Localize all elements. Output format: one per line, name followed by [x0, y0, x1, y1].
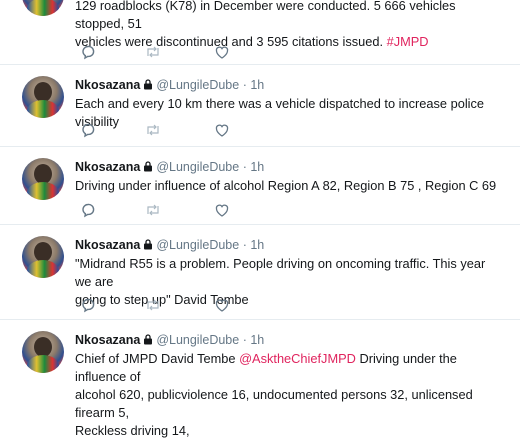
tweet-text: Each and every 10 km there was a vehicle…: [75, 96, 485, 129]
lock-icon: [143, 239, 153, 253]
tweet-text: Chief of JMPD David Tembe @AsktheChiefJM…: [75, 351, 473, 438]
avatar[interactable]: [22, 331, 64, 373]
avatar[interactable]: [22, 76, 64, 118]
tweet-text: "Midrand R55 is a problem. People drivin…: [75, 256, 486, 307]
user-name[interactable]: Nkosazana: [75, 238, 140, 252]
tweet-time[interactable]: 1h: [250, 78, 264, 92]
like-icon[interactable]: [214, 44, 232, 60]
user-name[interactable]: Nkosazana: [75, 333, 140, 347]
avatar[interactable]: [22, 0, 64, 16]
like-icon[interactable]: [214, 202, 232, 218]
reply-icon[interactable]: [80, 202, 98, 218]
user-handle[interactable]: @LungileDube: [156, 160, 239, 174]
tweet-text: Driving under influence of alcohol Regio…: [75, 178, 497, 193]
like-icon[interactable]: [214, 122, 232, 138]
user-handle[interactable]: @LungileDube: [156, 78, 239, 92]
hashtag-link[interactable]: #JMPD: [387, 34, 429, 49]
tweet-header: Nkosazana @LungileDube · 1h: [75, 333, 265, 348]
retweet-icon[interactable]: [144, 122, 162, 138]
tweet-time[interactable]: 1h: [250, 238, 264, 252]
retweet-icon[interactable]: [144, 202, 162, 218]
tweet-item[interactable]: Nkosazana @LungileDube · 1h "Midrand R55 …: [0, 225, 520, 320]
mention-link[interactable]: @AsktheChiefJMPD: [239, 351, 356, 366]
tweet-header: Nkosazana @LungileDube · 1h: [75, 78, 265, 93]
user-handle[interactable]: @LungileDube: [156, 238, 239, 252]
retweet-icon[interactable]: [144, 44, 162, 60]
tweet-time[interactable]: 1h: [250, 333, 264, 347]
tweet-item[interactable]: Nkosazana @LungileDube · 1h Chief of JMPD…: [0, 320, 520, 438]
reply-icon[interactable]: [80, 122, 98, 138]
like-icon[interactable]: [214, 297, 232, 313]
avatar[interactable]: [22, 236, 64, 278]
user-handle[interactable]: @LungileDube: [156, 333, 239, 347]
reply-icon[interactable]: [80, 297, 98, 313]
lock-icon: [143, 79, 153, 93]
avatar[interactable]: [22, 158, 64, 200]
reply-icon[interactable]: [80, 44, 98, 60]
tweet-header: Nkosazana @LungileDube · 1h: [75, 160, 265, 175]
tweet-item[interactable]: 129 roadblocks (K78) in December were co…: [0, 0, 520, 65]
user-name[interactable]: Nkosazana: [75, 78, 140, 92]
tweet-time[interactable]: 1h: [250, 160, 264, 174]
lock-icon: [143, 161, 153, 175]
user-name[interactable]: Nkosazana: [75, 160, 140, 174]
tweet-item[interactable]: Nkosazana @LungileDube · 1h Each and ever…: [0, 65, 520, 147]
tweet-header: Nkosazana @LungileDube · 1h: [75, 238, 265, 253]
tweet-item[interactable]: Nkosazana @LungileDube · 1h Driving under…: [0, 147, 520, 225]
tweet-text: 129 roadblocks (K78) in December were co…: [75, 0, 456, 49]
retweet-icon[interactable]: [144, 297, 162, 313]
lock-icon: [143, 334, 153, 348]
